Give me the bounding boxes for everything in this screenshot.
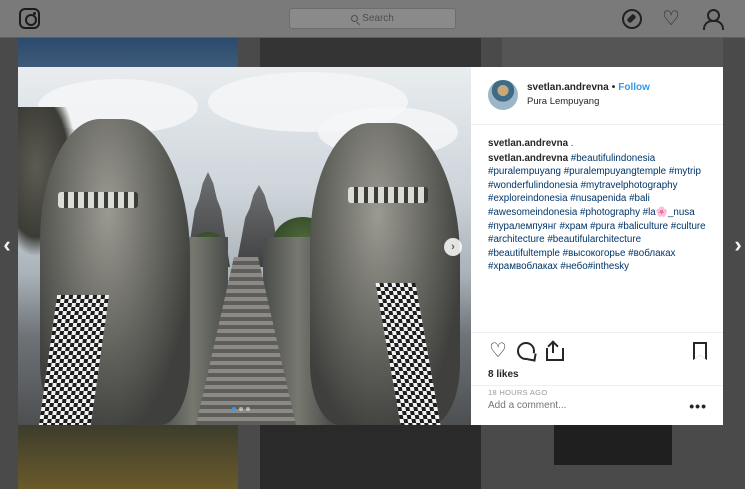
comment-icon[interactable] xyxy=(517,342,535,360)
search-placeholder: Search xyxy=(362,13,394,24)
username-link[interactable]: svetlan.andrevna xyxy=(527,82,609,93)
post-side-panel: svetlan.andrevna • Follow Pura Lempuyang s… xyxy=(471,67,723,425)
dragon-teeth xyxy=(348,187,428,203)
share-arrow-icon xyxy=(547,340,559,352)
comment-username[interactable]: svetlan.andrevna xyxy=(488,153,568,164)
follow-button[interactable]: Follow xyxy=(618,82,650,93)
chevron-right-icon[interactable]: › xyxy=(731,234,745,256)
background-post-thumbnail[interactable] xyxy=(502,38,723,68)
post-header: svetlan.andrevna • Follow Pura Lempuyang xyxy=(471,67,723,125)
carousel-dot xyxy=(232,407,236,411)
comment: svetlan.andrevna #beautifulindonesia #pu… xyxy=(488,152,707,274)
comment-username[interactable]: svetlan.andrevna xyxy=(488,138,568,149)
dragon-statue xyxy=(310,123,460,425)
post-modal: › svetlan.andrevna • Follow Pura Lempuyang… xyxy=(18,67,723,425)
post-user-line: svetlan.andrevna • Follow xyxy=(527,82,650,93)
comment: svetlan.andrevna . xyxy=(488,137,707,151)
add-comment-input[interactable] xyxy=(488,400,690,411)
location-link[interactable]: Pura Lempuyang xyxy=(527,96,650,107)
action-icons: ♡ xyxy=(488,340,707,361)
dragon-teeth xyxy=(58,192,138,208)
comments-list: svetlan.andrevna . svetlan.andrevna #bea… xyxy=(471,125,723,324)
background-post-thumbnail[interactable] xyxy=(18,38,238,68)
heart-icon[interactable]: ♡ xyxy=(661,9,681,29)
likes-count[interactable]: 8 likes xyxy=(488,369,707,380)
heart-icon[interactable]: ♡ xyxy=(488,341,508,361)
comment-text: . xyxy=(568,138,574,149)
background-post-thumbnail[interactable] xyxy=(260,425,481,489)
carousel-dot xyxy=(246,407,250,411)
carousel-dot xyxy=(239,407,243,411)
background-post-thumbnail[interactable] xyxy=(18,425,238,489)
add-comment-bar: ••• xyxy=(471,385,723,425)
avatar[interactable] xyxy=(488,80,518,110)
background-post-thumbnail[interactable] xyxy=(260,38,481,68)
carousel-next-button[interactable]: › xyxy=(444,238,462,256)
background-post-thumbnail[interactable] xyxy=(554,425,672,465)
bookmark-icon[interactable] xyxy=(693,342,707,360)
search-icon xyxy=(351,15,359,22)
comment-hashtags[interactable]: #beautifulindonesia #puralempuyang #pura… xyxy=(488,153,706,273)
compass-icon[interactable] xyxy=(622,9,642,29)
separator: • xyxy=(611,82,616,93)
post-header-text: svetlan.andrevna • Follow Pura Lempuyang xyxy=(527,80,650,124)
chevron-left-icon[interactable]: ‹ xyxy=(0,234,14,256)
search-input[interactable]: Search xyxy=(289,8,456,29)
post-photo[interactable]: › xyxy=(18,67,471,425)
share-icon[interactable] xyxy=(544,340,564,361)
instagram-icon[interactable] xyxy=(19,8,40,29)
profile-icon[interactable] xyxy=(702,9,724,30)
more-options-icon[interactable]: ••• xyxy=(689,399,707,413)
carousel-indicator xyxy=(232,407,250,411)
top-navigation-bar: Search ♡ xyxy=(0,0,745,38)
